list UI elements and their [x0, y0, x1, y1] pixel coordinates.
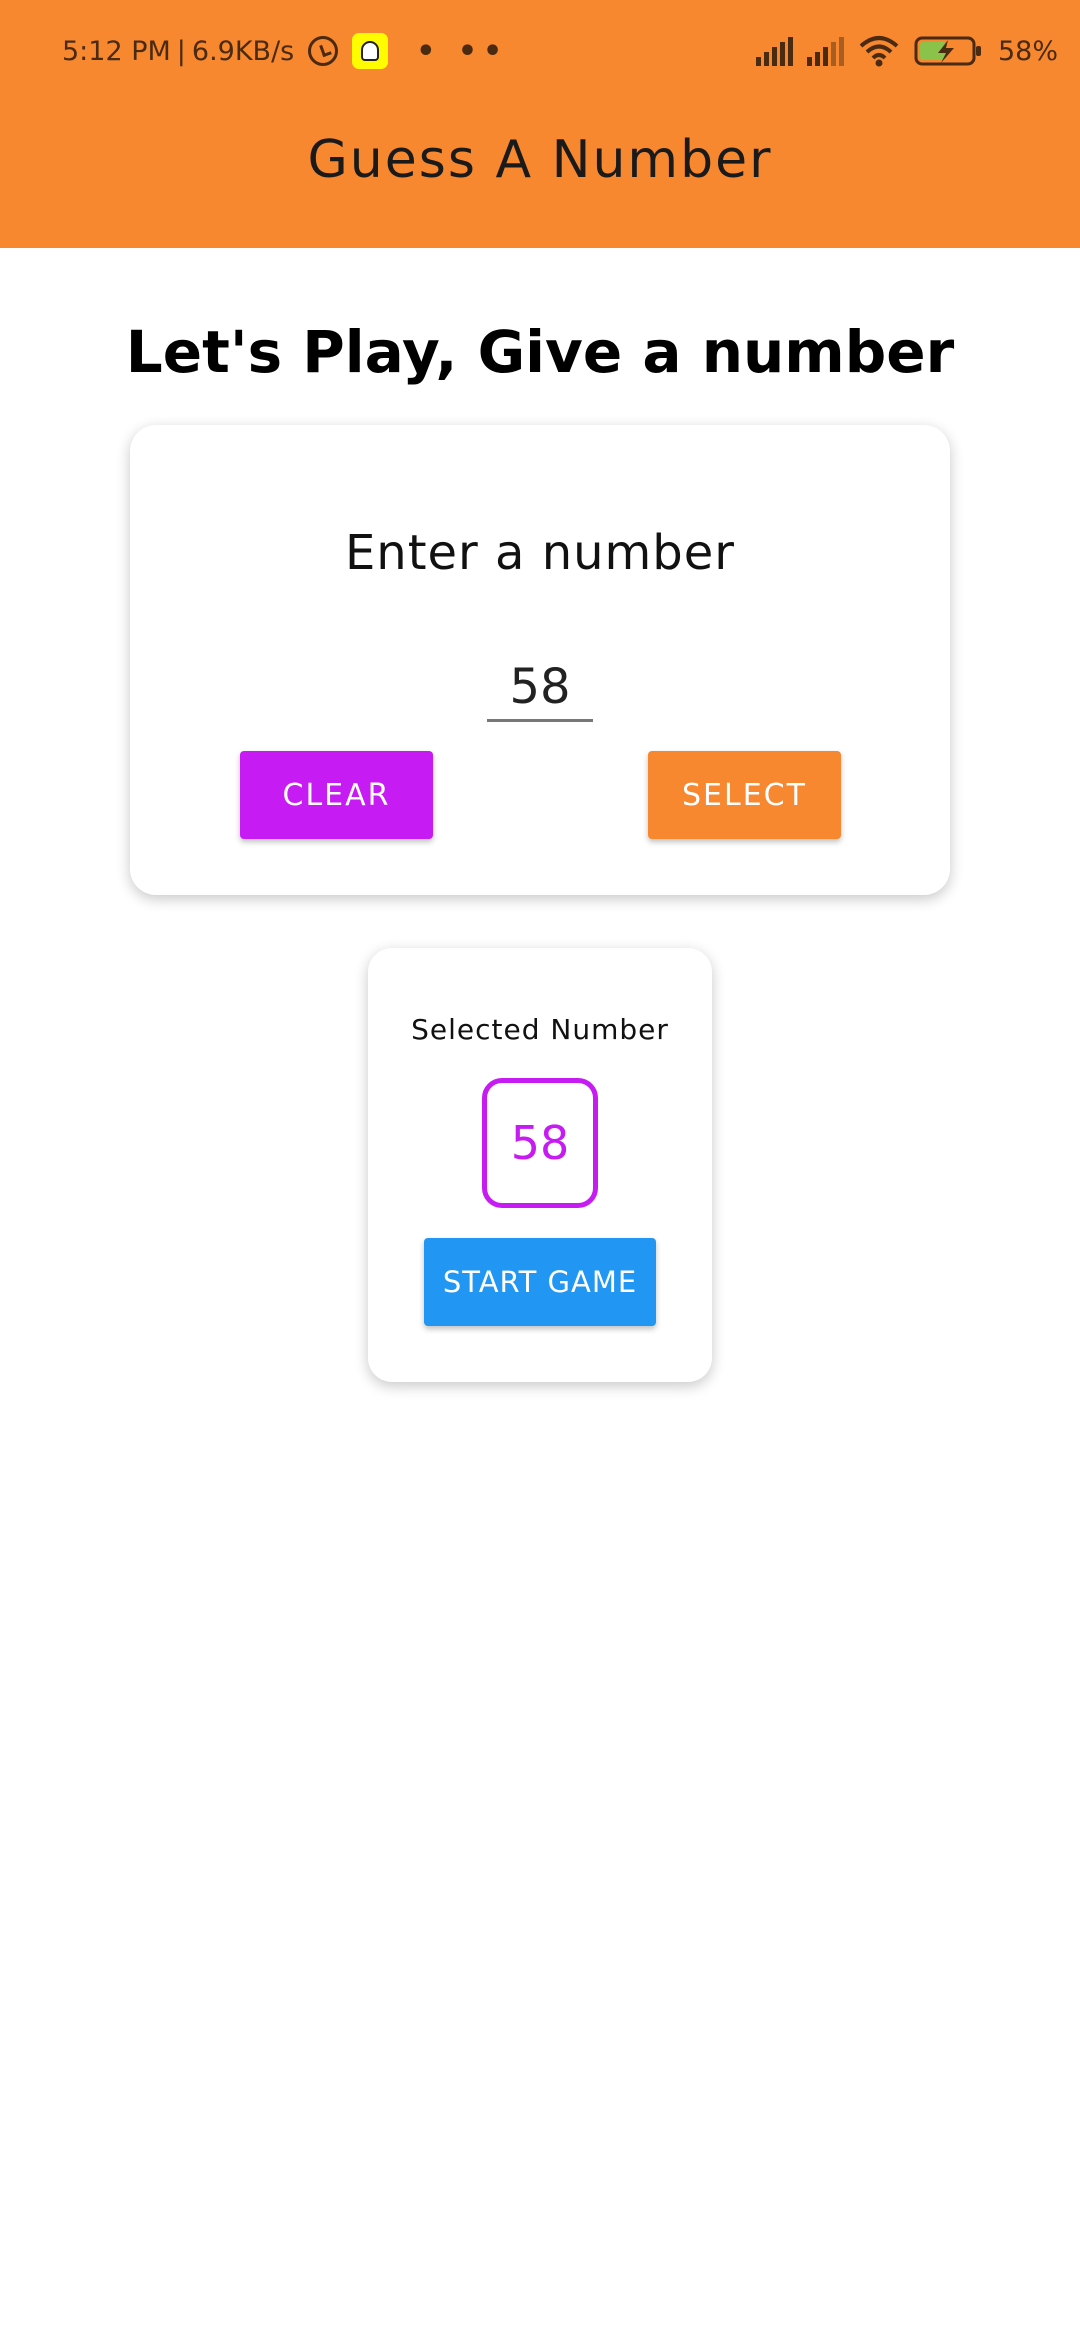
status-time: 5:12 PM [62, 35, 171, 67]
status-right: 58% [755, 30, 1058, 72]
signal-icon [755, 36, 793, 66]
selected-number-display: 58 [482, 1078, 598, 1208]
input-card-title: Enter a number [344, 525, 736, 581]
clear-button[interactable]: CLEAR [240, 751, 433, 839]
status-bar: 5:12 PM | 6.9KB/s • •• 58% [0, 0, 1080, 100]
app-header: 5:12 PM | 6.9KB/s • •• 58% Guess A Numbe… [0, 0, 1080, 248]
status-left: 5:12 PM | 6.9KB/s • •• [62, 30, 508, 72]
battery-charging-icon [914, 34, 984, 68]
signal-icon [806, 36, 844, 66]
start-game-button[interactable]: START GAME [424, 1238, 656, 1326]
select-button[interactable]: SELECT [648, 751, 841, 839]
status-net-speed: 6.9KB/s [191, 35, 295, 67]
snapchat-icon [352, 33, 389, 69]
selected-number-card: Selected Number 58 START GAME [368, 948, 712, 1382]
app-title: Guess A Number [307, 130, 773, 190]
alarm-icon [308, 36, 339, 66]
status-separator: | [176, 35, 186, 67]
number-input-card: Enter a number CLEAR SELECT [130, 425, 950, 895]
wifi-icon [858, 34, 900, 68]
selected-number-label: Selected Number [411, 1013, 669, 1046]
number-input[interactable] [487, 655, 593, 722]
page-heading: Let's Play, Give a number [125, 318, 955, 386]
more-notifications-icon: • •• [416, 33, 509, 69]
battery-percent: 58% [997, 35, 1058, 67]
